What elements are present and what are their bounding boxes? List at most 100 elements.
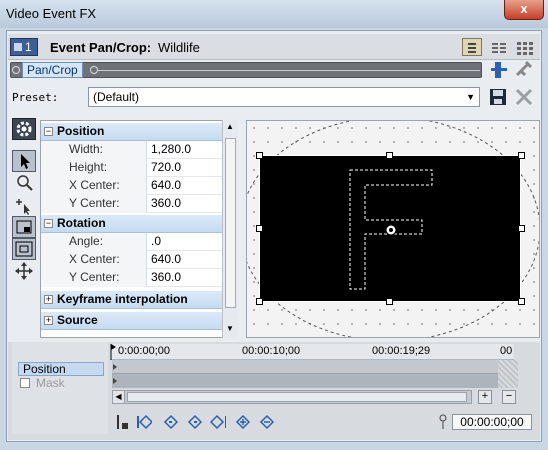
keyframe-section-header[interactable]: + Keyframe interpolation <box>41 291 225 309</box>
resize-handle[interactable] <box>386 152 393 159</box>
property-value[interactable]: 1,280.0 <box>151 141 191 158</box>
property-row[interactable]: Height: 720.0 <box>41 159 225 177</box>
scroll-up-icon[interactable]: ▲ <box>226 122 234 131</box>
collapse-icon[interactable]: − <box>44 127 53 136</box>
property-row[interactable]: Angle: .0 <box>41 233 225 251</box>
chevron-down-icon: ▼ <box>466 92 475 102</box>
fx-chain-badge[interactable]: 1 <box>10 38 38 56</box>
size-about-center-icon[interactable] <box>12 238 36 260</box>
collapse-icon[interactable]: − <box>44 219 53 228</box>
cursor-time-field[interactable]: 00:00:00;00 <box>452 414 532 430</box>
property-row[interactable]: Y Center: 360.0 <box>41 195 225 213</box>
keyframe-markers[interactable] <box>112 362 120 386</box>
timeline-ruler[interactable]: 0:00:00;00 00:00:10;00 00:00:19;29 00 <box>110 344 514 360</box>
track-mask: Mask <box>36 376 65 390</box>
property-label: Y Center: <box>41 195 147 213</box>
property-label: Y Center: <box>41 269 147 287</box>
last-keyframe-icon[interactable] <box>210 414 226 430</box>
fx-title: Event Pan/Crop: <box>50 40 152 55</box>
source-section-header[interactable]: + Source <box>41 312 225 330</box>
close-button[interactable]: x <box>504 0 544 20</box>
property-value[interactable]: 640.0 <box>151 251 181 268</box>
property-label: Angle: <box>41 233 147 251</box>
split-view-button[interactable] <box>488 38 508 56</box>
property-row[interactable]: X Center: 640.0 <box>41 251 225 269</box>
resize-handle[interactable] <box>256 152 263 159</box>
scroll-down-icon[interactable]: ▼ <box>226 324 234 333</box>
ruler-tick: 0:00:00;00 <box>118 345 170 357</box>
expand-icon[interactable]: + <box>44 316 53 325</box>
lock-aspect-icon[interactable] <box>12 216 36 238</box>
property-value[interactable]: 360.0 <box>151 195 181 212</box>
playhead-icon[interactable] <box>110 344 118 360</box>
next-keyframe-icon[interactable] <box>186 414 202 430</box>
preset-dropdown[interactable]: (Default) ▼ <box>88 87 480 107</box>
property-row[interactable]: X Center: 640.0 <box>41 177 225 195</box>
chain-icon <box>14 43 22 51</box>
resize-handle[interactable] <box>256 298 263 305</box>
pan-crop-fx-chip[interactable]: Pan/Crop <box>22 62 83 78</box>
grid-view-button[interactable] <box>514 38 534 56</box>
expand-icon[interactable]: + <box>44 295 53 304</box>
position-section-header[interactable]: − Position <box>41 123 225 141</box>
scroll-thumb[interactable] <box>225 138 236 308</box>
property-row[interactable]: Width: 1,280.0 <box>41 141 225 159</box>
property-row[interactable]: Y Center: 360.0 <box>41 269 225 287</box>
first-keyframe-icon[interactable] <box>136 414 152 430</box>
previous-keyframe-icon[interactable] <box>162 414 178 430</box>
pan-crop-preview[interactable] <box>246 120 540 338</box>
timeline-scrollbar[interactable]: ◀ <box>112 390 472 404</box>
scroll-left-icon[interactable]: ◀ <box>113 391 125 403</box>
position-keyframe-lane[interactable] <box>112 360 498 374</box>
property-value[interactable]: 640.0 <box>151 177 181 194</box>
track-position[interactable]: Position <box>18 362 104 376</box>
ruler-tick: 00:00:10;00 <box>242 345 301 357</box>
property-value[interactable]: 360.0 <box>151 269 181 286</box>
section-title: Source <box>57 313 98 327</box>
delete-keyframe-icon[interactable] <box>258 414 274 430</box>
rotation-section-header[interactable]: − Rotation <box>41 215 225 233</box>
fx-event-name: Wildlife <box>158 40 200 55</box>
timeline-vertical-scroll[interactable] <box>498 360 518 388</box>
preset-value: (Default) <box>93 90 140 104</box>
ruler-tick: 00:00:19;29 <box>372 345 431 357</box>
property-label: Width: <box>41 141 147 159</box>
resize-handle[interactable] <box>256 225 263 232</box>
move-pointer-tool-icon[interactable] <box>12 196 36 218</box>
add-keyframe-icon[interactable] <box>234 414 250 430</box>
zoom-in-button[interactable]: + <box>478 390 492 404</box>
tool-palette <box>12 118 38 338</box>
scroll-thumb[interactable] <box>127 392 467 402</box>
property-grid-scrollbar[interactable]: ▲ ▼ <box>222 120 238 338</box>
resize-handle[interactable] <box>518 298 525 305</box>
settings-gear-icon[interactable] <box>12 118 36 140</box>
sync-cursor-lock-icon[interactable] <box>114 414 130 430</box>
zoom-tool-icon[interactable] <box>12 172 36 194</box>
section-title: Position <box>57 124 105 138</box>
chain-end-node <box>90 66 98 74</box>
section-title: Keyframe interpolation <box>57 292 188 306</box>
property-label: Height: <box>41 159 147 177</box>
window-title: Video Event FX <box>6 6 97 21</box>
delete-preset-icon[interactable] <box>514 87 534 107</box>
letter-f-icon <box>349 169 433 290</box>
list-view-button[interactable] <box>462 38 482 56</box>
chain-line <box>98 70 480 71</box>
section-title: Rotation <box>57 216 106 230</box>
mask-checkbox[interactable] <box>20 378 30 388</box>
fx-insert-icon[interactable] <box>488 60 510 80</box>
resize-handle[interactable] <box>518 152 525 159</box>
property-value[interactable]: .0 <box>151 233 161 250</box>
move-freely-icon[interactable] <box>12 260 36 282</box>
plugin-chooser-icon[interactable] <box>514 60 534 80</box>
resize-handle[interactable] <box>518 225 525 232</box>
resize-handle[interactable] <box>386 298 393 305</box>
property-label: X Center: <box>41 177 147 195</box>
save-preset-icon[interactable] <box>488 87 508 107</box>
preset-label: Preset: <box>12 91 59 104</box>
property-grid: − Position Width: 1,280.0 Height: 720.0 X C… <box>40 120 238 338</box>
normal-edit-tool-icon[interactable] <box>12 150 36 172</box>
crop-frame[interactable] <box>259 155 521 302</box>
property-value[interactable]: 720.0 <box>151 159 181 176</box>
zoom-out-button[interactable]: − <box>502 390 516 404</box>
